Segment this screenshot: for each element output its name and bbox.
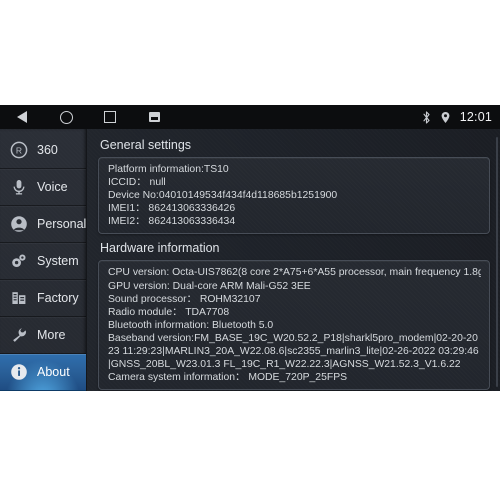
- location-icon: [440, 111, 451, 124]
- sidebar-item-label: System: [37, 254, 79, 268]
- bluetooth-information-row: Bluetooth information: Bluetooth 5.0: [108, 319, 274, 331]
- sidebar-item-voice[interactable]: Voice: [0, 169, 86, 206]
- status-bar: 12:01: [0, 105, 500, 129]
- sidebar-item-factory[interactable]: Factory: [0, 280, 86, 317]
- microphone-icon: [9, 177, 29, 197]
- nav-recents-button[interactable]: [88, 105, 132, 129]
- sidebar-item-label: About: [37, 365, 70, 379]
- nav-home-button[interactable]: [44, 105, 88, 129]
- camera-system-information-row: Camera system information： MODE_720P_25F…: [108, 372, 348, 384]
- device-screen: 12:01 R 360 Voice Personal System Factor…: [0, 105, 500, 391]
- hardware-information-panel: CPU version: Octa-UIS7862(8 core 2*A75+6…: [98, 260, 490, 391]
- sidebar: R 360 Voice Personal System Factory More…: [0, 129, 87, 391]
- device-no-row: Device No:04010149534f434f4d118685b12519…: [108, 190, 338, 202]
- recents-square-icon: [104, 111, 116, 123]
- home-circle-icon: [59, 110, 73, 124]
- building-icon: [9, 288, 29, 308]
- imei2-row: IMEI2： 862413063336434: [108, 216, 236, 228]
- platform-information-row: Platform information:TS10: [108, 164, 229, 175]
- gpu-version-row: GPU version: Dual-core ARM Mali-G52 3EE: [108, 280, 311, 292]
- sidebar-item-personal[interactable]: Personal: [0, 206, 86, 243]
- settings-content: General settings Platform information:TS…: [87, 129, 500, 391]
- content-scrollbar[interactable]: [496, 137, 498, 387]
- baseband-version-row: Baseband version:FM_BASE_19C_W20.52.2_P1…: [108, 332, 479, 371]
- sidebar-item-more[interactable]: More: [0, 317, 86, 354]
- sidebar-item-label: Factory: [37, 291, 79, 305]
- nav-back-button[interactable]: [0, 105, 44, 129]
- iccid-row: ICCID： null: [108, 177, 166, 189]
- sidebar-item-360[interactable]: R 360: [0, 132, 86, 169]
- info-icon: [9, 362, 29, 382]
- sidebar-item-system[interactable]: System: [0, 243, 86, 280]
- sidebar-item-label: More: [37, 328, 66, 342]
- clock: 12:01: [459, 110, 492, 124]
- cpu-version-row: CPU version: Octa-UIS7862(8 core 2*A75+6…: [108, 267, 481, 279]
- sidebar-item-label: Voice: [37, 180, 68, 194]
- app-body: R 360 Voice Personal System Factory More…: [0, 129, 500, 391]
- sidebar-item-label: 360: [37, 143, 58, 157]
- radio-module-row: Radio module： TDA7708: [108, 306, 230, 318]
- hardware-information-title: Hardware information: [100, 241, 220, 256]
- status-indicators: 12:01: [422, 105, 492, 129]
- 360-icon: R: [9, 140, 29, 160]
- nav-screenshot-button[interactable]: [132, 105, 176, 129]
- sidebar-item-label: Personal: [37, 217, 87, 231]
- back-arrow-icon: [17, 111, 27, 123]
- screenshot-icon: [148, 112, 160, 122]
- sound-processor-row: Sound processor： ROHM32107: [108, 293, 261, 305]
- person-icon: [9, 214, 29, 234]
- sidebar-item-about[interactable]: About: [0, 354, 86, 391]
- bluetooth-icon: [422, 110, 431, 124]
- general-settings-title: General settings: [100, 138, 192, 152]
- svg-text:R: R: [16, 145, 22, 155]
- wrench-icon: [9, 325, 29, 345]
- gears-icon: [9, 251, 29, 271]
- imei1-row: IMEI1： 862413063336426: [108, 203, 236, 215]
- general-settings-panel: Platform information:TS10 ICCID： null De…: [98, 157, 490, 235]
